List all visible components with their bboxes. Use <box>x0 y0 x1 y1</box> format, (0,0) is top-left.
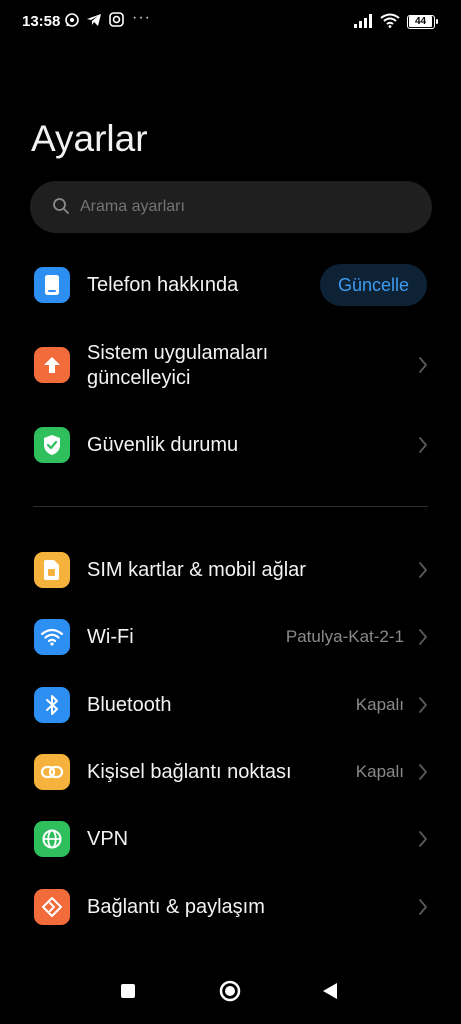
chevron-right-icon <box>418 898 428 921</box>
settings-item-label: SIM kartlar & mobil ağlar <box>87 559 306 581</box>
connection-share-icon <box>34 889 70 925</box>
chevron-right-icon <box>418 696 428 719</box>
wifi-network-name: Patulya-Kat-2-1 <box>285 627 404 646</box>
shield-check-icon <box>34 427 70 463</box>
settings-item-wifi[interactable]: Wi-Fi Patulya-Kat-2-1 <box>0 607 461 667</box>
settings-item-label: Wi-Fi <box>87 626 134 648</box>
settings-item-label: Bağlantı & paylaşım <box>87 896 265 918</box>
settings-item-vpn[interactable]: VPN <box>0 809 461 869</box>
chevron-right-icon <box>418 830 428 853</box>
battery-icon: 44 <box>407 15 438 29</box>
settings-item-bluetooth[interactable]: Bluetooth Kapalı <box>0 675 461 735</box>
chevron-right-icon <box>418 561 428 584</box>
wifi-icon <box>34 619 70 655</box>
battery-level: 44 <box>409 16 432 27</box>
settings-item-system-apps-updater[interactable]: Sistem uygulamaları güncelleyici <box>0 335 461 399</box>
hotspot-icon <box>34 754 70 790</box>
navigation-bar <box>0 968 461 1024</box>
settings-item-hotspot[interactable]: Kişisel bağlantı noktası Kapalı <box>0 742 461 802</box>
chevron-right-icon <box>418 356 428 379</box>
settings-item-label: Bluetooth <box>87 694 172 716</box>
search-bar[interactable] <box>30 181 432 233</box>
settings-item-security-status[interactable]: Güvenlik durumu <box>0 415 461 475</box>
sim-card-icon <box>34 552 70 588</box>
chevron-right-icon <box>418 436 428 459</box>
recents-button[interactable] <box>120 983 136 1004</box>
settings-item-label: VPN <box>87 828 129 850</box>
chevron-right-icon <box>418 628 428 651</box>
wifi-status-icon <box>380 13 400 33</box>
chevron-right-icon <box>418 763 428 786</box>
update-button[interactable]: Güncelle <box>320 264 427 306</box>
bluetooth-status: Kapalı <box>355 695 404 714</box>
status-bar: 13:58 ··· 44 <box>0 0 461 44</box>
telegram-icon <box>86 12 102 33</box>
settings-item-sim-cards[interactable]: SIM kartlar & mobil ağlar <box>0 540 461 600</box>
status-time: 13:58 <box>22 13 61 30</box>
settings-item-label: Kişisel bağlantı noktası <box>87 761 292 783</box>
back-button[interactable] <box>322 982 338 1005</box>
settings-item-label: Güvenlik durumu <box>87 434 239 456</box>
search-icon <box>52 197 70 220</box>
whatsapp-icon <box>64 12 80 33</box>
globe-icon <box>34 821 70 857</box>
section-divider <box>33 506 428 507</box>
settings-item-label: Telefon hakkında <box>87 274 239 296</box>
home-button[interactable] <box>219 980 241 1007</box>
page-title: Ayarlar <box>31 118 148 159</box>
signal-icon <box>354 14 374 33</box>
upload-arrow-icon <box>34 347 70 383</box>
hotspot-status: Kapalı <box>355 762 404 781</box>
search-input[interactable] <box>80 181 410 233</box>
instagram-icon <box>109 12 124 32</box>
settings-item-connection-sharing[interactable]: Bağlantı & paylaşım <box>0 877 461 937</box>
overflow-dots: ··· <box>132 9 151 26</box>
phone-icon <box>34 267 70 303</box>
settings-item-label: Sistem uygulamaları güncelleyici <box>87 342 269 389</box>
bluetooth-icon <box>34 687 70 723</box>
